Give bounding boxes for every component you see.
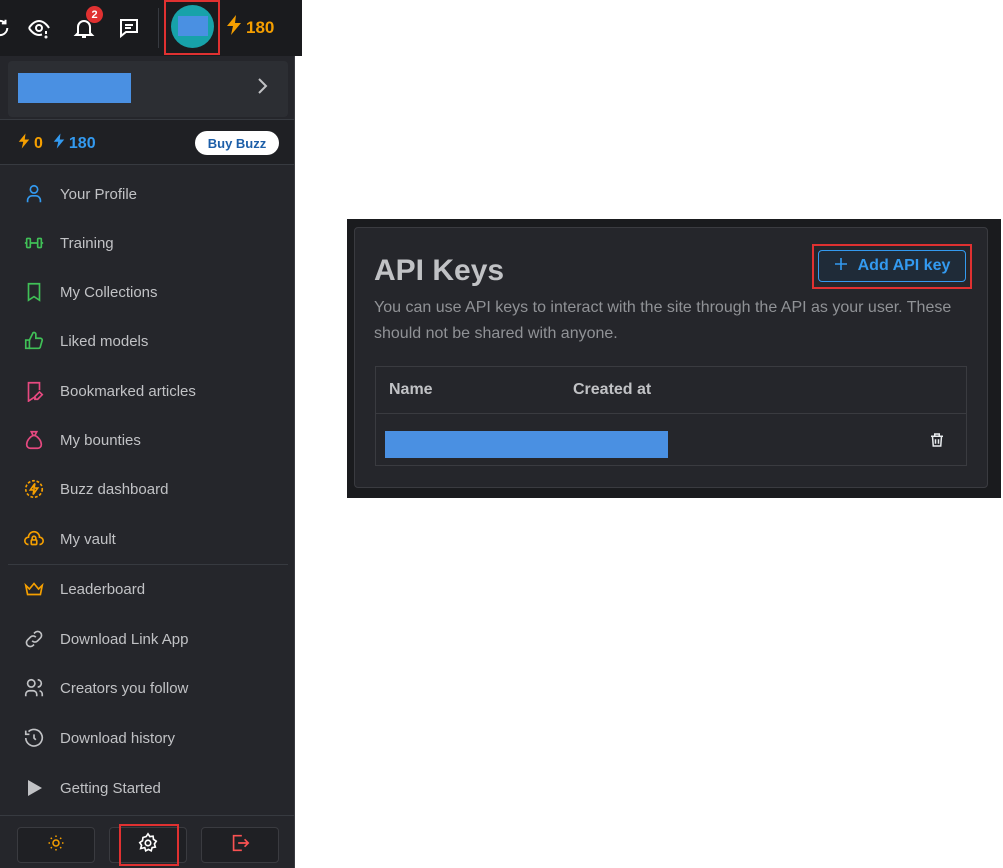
notification-badge: 2 xyxy=(86,6,103,23)
column-header-name: Name xyxy=(389,381,433,398)
menu-item-label: Download history xyxy=(60,729,176,747)
menu-item-my-vault[interactable]: My vault xyxy=(12,519,288,559)
feedback-icon[interactable] xyxy=(115,14,143,42)
menu-item-training[interactable]: Training xyxy=(12,223,288,263)
user-row[interactable] xyxy=(8,61,288,117)
menu-item-label: Liked models xyxy=(60,332,149,350)
lightning-icon xyxy=(18,133,30,154)
theme-toggle-button[interactable] xyxy=(17,827,95,863)
menu-item-label: My vault xyxy=(60,530,116,548)
yellow-buzz-amount: 0 xyxy=(34,134,43,152)
divider xyxy=(0,164,294,165)
lightning-icon xyxy=(226,15,242,40)
menu-item-label: Download Link App xyxy=(60,630,189,648)
menu-item-leaderboard[interactable]: Leaderboard xyxy=(12,569,288,609)
divider xyxy=(376,413,966,414)
top-bar: 2 180 xyxy=(0,0,302,56)
menu-item-label: Leaderboard xyxy=(60,580,146,598)
divider xyxy=(0,815,294,816)
blue-buzz-amount: 180 xyxy=(68,134,96,152)
link-icon xyxy=(22,627,46,651)
menu-item-label: Bookmarked articles xyxy=(60,382,196,400)
menu-item-my-bounties[interactable]: My bounties xyxy=(12,420,288,460)
add-api-key-highlight xyxy=(812,244,972,289)
cloud-lock-icon xyxy=(22,527,46,551)
menu-item-liked-models[interactable]: Liked models xyxy=(12,321,288,361)
page-title: API Keys xyxy=(374,254,505,287)
api-key-row-redaction xyxy=(385,431,668,458)
lightning-icon xyxy=(53,133,65,154)
divider xyxy=(8,564,288,565)
chevron-right-icon xyxy=(254,75,270,102)
user-icon xyxy=(22,182,46,206)
menu-item-label: Buzz dashboard xyxy=(60,480,169,498)
menu-item-buzz-dashboard[interactable]: Buzz dashboard xyxy=(12,469,288,509)
api-keys-table: Name Created at xyxy=(375,366,967,466)
avatar-highlight xyxy=(164,0,220,55)
username-redaction xyxy=(18,73,131,103)
column-header-created-at: Created at xyxy=(573,381,652,398)
logout-button[interactable] xyxy=(201,827,279,863)
users-icon xyxy=(22,676,46,700)
sync-icon[interactable] xyxy=(0,14,14,42)
buzz-circle-icon xyxy=(22,477,46,501)
bookmark-icon xyxy=(22,280,46,304)
thumb-up-icon xyxy=(22,329,46,353)
menu-item-label: Your Profile xyxy=(60,185,137,203)
menu-item-label: My bounties xyxy=(60,431,141,449)
menu-item-getting-started[interactable]: Getting Started xyxy=(12,768,288,808)
menu-item-label: My Collections xyxy=(60,283,158,301)
play-icon xyxy=(22,776,46,800)
crown-icon xyxy=(22,577,46,601)
divider xyxy=(158,8,159,48)
history-icon xyxy=(22,726,46,750)
settings-highlight xyxy=(119,824,179,866)
trash-icon[interactable] xyxy=(928,430,946,455)
buzz-amount: 180 xyxy=(246,17,275,37)
bookmark-edit-icon xyxy=(22,379,46,403)
menu-item-label: Creators you follow xyxy=(60,679,189,697)
menu-item-bookmarked-articles[interactable]: Bookmarked articles xyxy=(12,371,288,411)
menu-item-download-history[interactable]: Download history xyxy=(12,718,288,758)
dumbbell-icon xyxy=(22,231,46,255)
menu-item-download-link-app[interactable]: Download Link App xyxy=(12,619,288,659)
buzz-row: 0 180 Buy Buzz xyxy=(0,120,294,164)
moneybag-icon xyxy=(22,428,46,452)
buzz-balance[interactable]: 180 xyxy=(226,15,274,40)
logout-icon xyxy=(229,832,251,859)
sun-icon xyxy=(47,834,65,857)
buy-buzz-button[interactable]: Buy Buzz xyxy=(195,131,279,155)
user-menu-panel: 0 180 Buy Buzz Your Profile Training My … xyxy=(0,56,295,868)
eye-icon[interactable] xyxy=(25,14,53,42)
menu-item-your-profile[interactable]: Your Profile xyxy=(12,174,288,214)
menu-item-label: Getting Started xyxy=(60,779,161,797)
menu-item-my-collections[interactable]: My Collections xyxy=(12,272,288,312)
menu-item-creators-you-follow[interactable]: Creators you follow xyxy=(12,668,288,708)
menu-item-label: Training xyxy=(60,234,114,252)
api-keys-description: You can use API keys to interact with th… xyxy=(374,299,952,342)
